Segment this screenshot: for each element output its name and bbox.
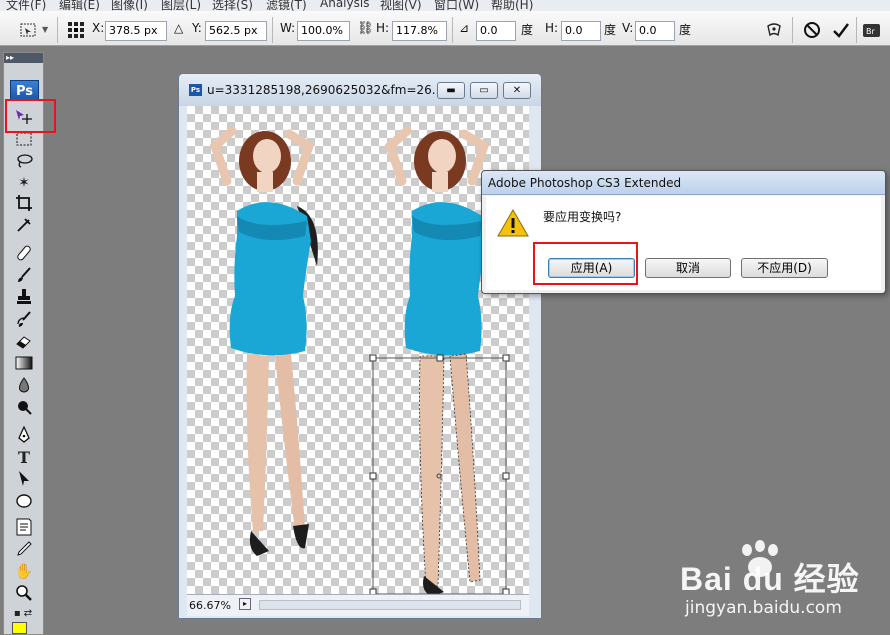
svg-text:Br: Br: [866, 27, 875, 36]
pen-tool-icon[interactable]: [13, 425, 35, 445]
notes-tool-icon[interactable]: [13, 517, 35, 537]
type-tool-icon[interactable]: T: [13, 447, 35, 467]
baidu-watermark: Bai du 经验 jingyan.baidu.com: [680, 540, 880, 630]
angle-icon: ⊿: [459, 21, 470, 35]
hskew-label: H:: [545, 21, 559, 35]
dont-apply-button[interactable]: 不应用(D): [741, 258, 828, 278]
watermark-brand: Bai du 经验: [680, 561, 860, 597]
preset-dropdown-icon[interactable]: ▼: [42, 25, 48, 34]
angle-unit: 度: [521, 23, 534, 37]
bridge-icon[interactable]: Br: [862, 19, 882, 41]
menu-window[interactable]: 窗口(W): [434, 0, 479, 11]
path-selection-tool-icon[interactable]: [13, 469, 35, 489]
history-brush-tool-icon[interactable]: [13, 309, 35, 329]
x-label: X:: [92, 21, 105, 35]
magic-wand-tool-icon[interactable]: ✶: [13, 173, 35, 193]
blur-tool-icon[interactable]: [13, 375, 35, 395]
menu-analysis[interactable]: Analysis: [320, 0, 369, 10]
menu-select[interactable]: 选择(S): [212, 0, 253, 11]
divider: [452, 17, 453, 43]
figure-original: [209, 126, 318, 556]
brush-tool-icon[interactable]: [13, 265, 35, 285]
menu-filter[interactable]: 滤镜(T): [266, 0, 307, 11]
close-button[interactable]: ✕: [503, 82, 531, 99]
tool-preset-icon[interactable]: [18, 19, 38, 41]
menu-layer[interactable]: 图层(L): [161, 0, 201, 11]
maximize-button[interactable]: ▭: [470, 82, 498, 99]
foreground-color-swatch[interactable]: [12, 622, 27, 634]
gradient-tool-icon[interactable]: [13, 353, 35, 373]
zoom-tool-icon[interactable]: [13, 583, 35, 603]
cancel-button[interactable]: 取消: [645, 258, 731, 278]
divider: [272, 17, 273, 43]
eyedropper-tool-icon[interactable]: [13, 539, 35, 559]
ellipse-tool-icon[interactable]: [13, 491, 35, 511]
dialog-message: 要应用变换吗?: [543, 210, 622, 224]
commit-transform-icon[interactable]: [831, 19, 851, 41]
highlight-move-tool: [5, 99, 56, 133]
height-field[interactable]: 117.8%: [392, 21, 447, 41]
divider: [57, 17, 58, 43]
warning-icon: [497, 208, 529, 241]
divider: [856, 17, 857, 43]
cancel-transform-icon[interactable]: [802, 19, 822, 41]
width-field[interactable]: 100.0%: [297, 21, 350, 41]
image-canvas[interactable]: [187, 106, 529, 594]
h-label: H:: [376, 21, 390, 35]
warp-icon[interactable]: [764, 19, 784, 41]
hskew-field[interactable]: 0.0: [561, 21, 601, 41]
slice-tool-icon[interactable]: [13, 215, 35, 235]
w-label: W:: [280, 21, 296, 35]
options-bar: ▼ X: 378.5 px △ Y: 562.5 px W: 100.0% ⛓ …: [0, 11, 890, 46]
vskew-label: V:: [622, 21, 634, 35]
menu-image[interactable]: 图像(I): [111, 0, 148, 11]
hskew-unit: 度: [604, 23, 617, 37]
dialog-titlebar[interactable]: Adobe Photoshop CS3 Extended: [482, 171, 885, 195]
document-window: Ps u=3331285198,2690625032&fm=26... ▬ ▭ …: [178, 73, 542, 619]
eraser-tool-icon[interactable]: [13, 331, 35, 351]
dialog-title: Adobe Photoshop CS3 Extended: [488, 176, 682, 190]
default-colors-icon[interactable]: ▪ ⇄: [8, 606, 38, 620]
menu-help[interactable]: 帮助(H): [491, 0, 533, 11]
photoshop-logo[interactable]: Ps: [10, 80, 39, 101]
zoom-level[interactable]: 66.67%: [189, 599, 231, 612]
toolbox-panel: ▸▸ Ps ✶ T ✋ ▪ ⇄: [3, 52, 44, 635]
menu-edit[interactable]: 编辑(E): [59, 0, 100, 11]
document-titlebar[interactable]: Ps u=3331285198,2690625032&fm=26... ▬ ▭ …: [179, 74, 541, 106]
watermark-url: jingyan.baidu.com: [685, 598, 842, 618]
y-field[interactable]: 562.5 px: [205, 21, 267, 41]
divider: [792, 17, 793, 43]
dodge-tool-icon[interactable]: [13, 397, 35, 417]
panel-grip[interactable]: ▸▸: [4, 53, 43, 63]
healing-brush-tool-icon[interactable]: [13, 243, 35, 263]
highlight-apply-button: [533, 242, 638, 285]
canvas-artwork: [209, 126, 510, 594]
link-icon[interactable]: ⛓: [357, 21, 374, 36]
clone-stamp-tool-icon[interactable]: [13, 287, 35, 307]
menu-view[interactable]: 视图(V): [380, 0, 422, 11]
hand-tool-icon[interactable]: ✋: [13, 561, 35, 581]
status-menu-icon[interactable]: ▸: [239, 598, 251, 610]
reference-point-icon[interactable]: [66, 19, 86, 41]
figure-transformed: [384, 126, 490, 594]
menu-bar: 文件(F) 编辑(E) 图像(I) 图层(L) 选择(S) 滤镜(T) Anal…: [0, 0, 890, 11]
lasso-tool-icon[interactable]: [13, 151, 35, 171]
vskew-field[interactable]: 0.0: [635, 21, 675, 41]
y-label: Y:: [192, 21, 202, 35]
minimize-button[interactable]: ▬: [437, 82, 465, 99]
document-status-bar: 66.67% ▸: [187, 594, 529, 616]
document-title: u=3331285198,2690625032&fm=26...: [207, 83, 444, 97]
ps-doc-icon: Ps: [189, 84, 202, 96]
angle-field[interactable]: 0.0: [476, 21, 516, 41]
x-field[interactable]: 378.5 px: [105, 21, 167, 41]
vskew-unit: 度: [679, 23, 692, 37]
crop-tool-icon[interactable]: [13, 193, 35, 213]
delta-icon: △: [174, 21, 184, 35]
horizontal-scrollbar[interactable]: [259, 600, 521, 610]
menu-file[interactable]: 文件(F): [6, 0, 46, 11]
